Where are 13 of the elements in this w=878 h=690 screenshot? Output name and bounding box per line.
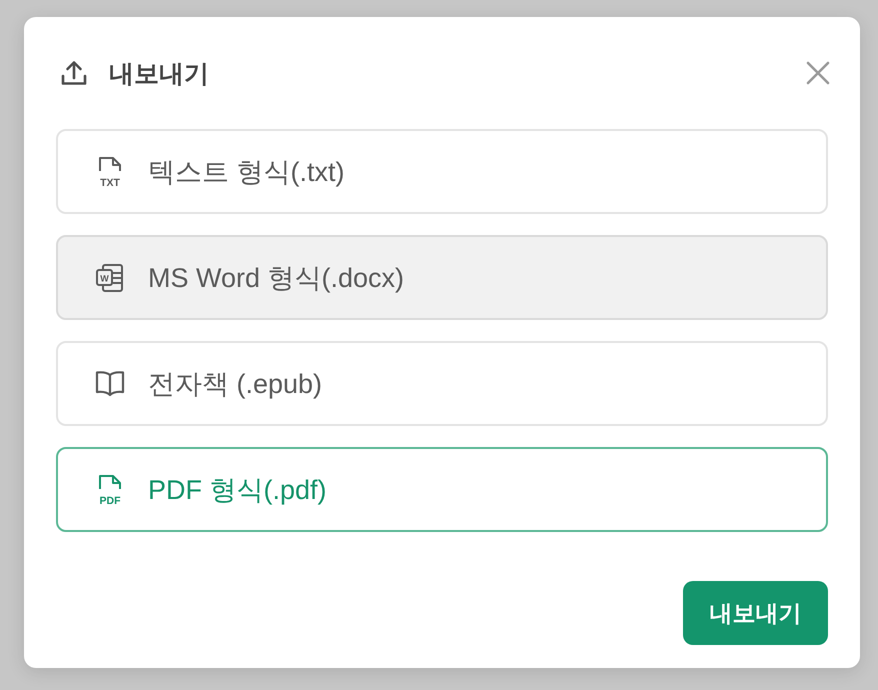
option-label: 전자책 (.epub)	[148, 368, 322, 401]
close-button[interactable]	[804, 59, 832, 87]
format-option[interactable]: TXT 텍스트 형식(.txt)	[56, 129, 828, 214]
format-option[interactable]: W MS Word 형식(.docx)	[56, 235, 828, 320]
export-button[interactable]: 내보내기	[683, 581, 828, 645]
option-label: PDF 형식(.pdf)	[148, 474, 327, 507]
format-option[interactable]: PDF PDF 형식(.pdf)	[56, 447, 828, 532]
dialog-title: 내보내기	[109, 58, 209, 90]
option-label: 텍스트 형식(.txt)	[148, 156, 344, 189]
option-label: MS Word 형식(.docx)	[148, 262, 404, 295]
upload-icon	[61, 60, 87, 86]
format-option[interactable]: 전자책 (.epub)	[56, 341, 828, 426]
close-icon	[806, 61, 830, 85]
